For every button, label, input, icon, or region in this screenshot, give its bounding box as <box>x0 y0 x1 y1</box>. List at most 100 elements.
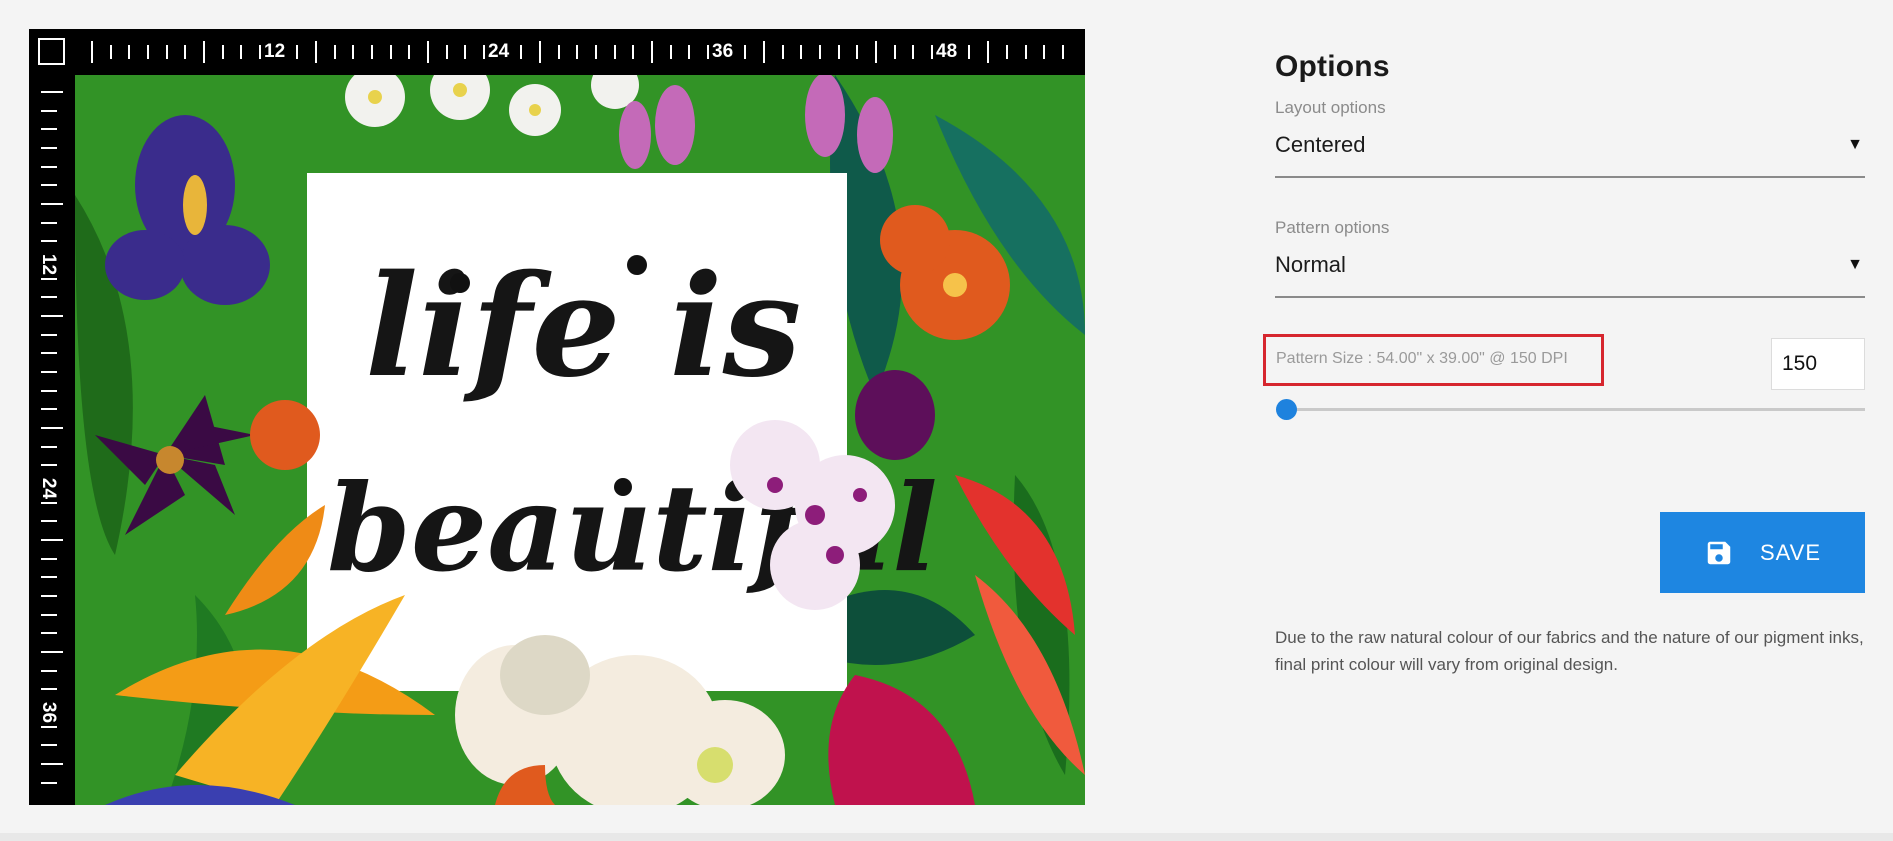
ruler-tick <box>837 45 840 59</box>
ruler-tick <box>41 781 57 784</box>
ruler-tick <box>41 520 57 523</box>
ruler-tick <box>371 45 374 59</box>
ruler-tick <box>41 464 57 467</box>
ruler-tick <box>893 45 896 59</box>
layout-options-select[interactable]: Centered ▼ <box>1275 128 1865 178</box>
ruler-tick <box>41 408 57 411</box>
pattern-size-slider[interactable] <box>1275 394 1865 424</box>
slider-thumb[interactable] <box>1276 399 1297 420</box>
pattern-size-row: Pattern Size : 54.00" x 39.00" @ 150 DPI <box>1263 334 1865 398</box>
left-ruler-label: 36 <box>38 699 60 726</box>
pattern-size-text: Pattern Size : 54.00" x 39.00" @ 150 DPI <box>1263 334 1604 386</box>
left-ruler-label: 12 <box>38 251 60 278</box>
ruler-tick <box>41 501 57 504</box>
ruler-tick <box>147 45 149 59</box>
ruler-tick <box>221 45 224 59</box>
ruler-tick <box>41 165 57 168</box>
ruler-tick <box>165 45 168 59</box>
ruler-tick <box>1005 45 1008 59</box>
ruler-tick <box>240 45 243 59</box>
ruler-tick <box>557 45 560 59</box>
ruler-tick <box>520 45 523 59</box>
ruler-tick <box>987 41 990 63</box>
ruler-tick <box>613 45 616 59</box>
ruler-tick <box>41 651 63 654</box>
colour-disclaimer: Due to the raw natural colour of our fab… <box>1275 628 1864 674</box>
ruler-tick <box>1061 45 1064 59</box>
ruler-tick <box>539 41 542 63</box>
ruler-tick <box>41 128 57 131</box>
ruler-tick <box>595 45 598 59</box>
ruler-tick <box>41 445 57 448</box>
ruler-tick <box>109 45 112 59</box>
ruler-tick <box>41 557 57 560</box>
ruler-tick <box>389 45 392 59</box>
ruler-tick <box>128 45 131 59</box>
ruler-tick <box>184 45 187 59</box>
save-button-label: SAVE <box>1759 539 1822 565</box>
ruler-tick <box>875 41 878 63</box>
ruler-tick <box>427 41 430 63</box>
ruler-tick <box>41 669 57 672</box>
ruler-tick <box>41 688 57 691</box>
ruler-tick <box>576 45 579 59</box>
top-ruler-label: 36 <box>710 41 736 62</box>
ruler-tick <box>41 389 57 392</box>
ruler-tick <box>41 147 57 149</box>
ruler-tick <box>464 45 467 59</box>
top-ruler-label: 12 <box>262 41 288 62</box>
ruler-tick <box>819 45 822 59</box>
ruler-tick <box>669 45 672 59</box>
pattern-artwork: life is beautiful <box>75 75 1085 805</box>
ruler-tick <box>483 45 486 59</box>
layout-options-label: Layout options <box>1275 98 1386 117</box>
top-ruler-label: 48 <box>934 41 960 62</box>
square-icon <box>38 38 65 65</box>
ruler-tick <box>41 277 57 280</box>
ruler-tick <box>912 45 915 59</box>
ruler-corner[interactable] <box>29 29 75 75</box>
pattern-options-select[interactable]: Normal ▼ <box>1275 248 1865 298</box>
ruler-tick <box>707 45 710 59</box>
ruler-tick <box>333 45 336 59</box>
ruler-tick <box>41 240 57 243</box>
quote-line-1: life is <box>365 245 801 409</box>
options-title: Options <box>1275 50 1390 83</box>
floppy-disk-icon <box>1707 541 1731 564</box>
options-panel: Options Layout options Centered ▼ Patter… <box>1263 50 1865 674</box>
ruler-tick <box>41 576 57 579</box>
triangle-down-icon: ▼ <box>1847 256 1863 273</box>
page-bottom-edge <box>0 833 1893 841</box>
ruler-tick <box>41 221 57 224</box>
ruler-tick <box>968 45 971 59</box>
ruler-tick <box>744 45 747 59</box>
ruler-tick <box>41 109 57 112</box>
ruler-tick <box>41 744 57 747</box>
ruler-tick <box>41 352 57 355</box>
ruler-tick <box>41 725 57 728</box>
ruler-tick <box>41 296 57 299</box>
ruler-tick <box>41 184 57 187</box>
dpi-input[interactable] <box>1771 338 1865 390</box>
ruler-tick <box>651 41 654 63</box>
ruler-tick <box>41 371 57 374</box>
ruler-tick <box>763 41 766 63</box>
layout-options-value: Centered <box>1275 132 1366 157</box>
ruler-tick <box>856 45 859 59</box>
top-ruler: 12 24 36 48 <box>75 29 1085 75</box>
ruler-tick <box>41 539 63 542</box>
pattern-options-field: Pattern options Normal ▼ <box>1275 218 1865 298</box>
floral-pattern-image: life is beautiful <box>75 75 1085 805</box>
left-ruler: 12 24 36 <box>29 75 75 805</box>
triangle-down-icon: ▼ <box>1847 136 1863 153</box>
slider-track[interactable] <box>1285 408 1865 411</box>
ruler-tick <box>632 45 635 59</box>
pattern-preview: 12 24 36 48 12 24 36 life is beautiful <box>29 29 1085 805</box>
ruler-tick <box>41 763 63 766</box>
save-button[interactable]: SAVE <box>1660 512 1865 593</box>
pattern-options-value: Normal <box>1275 252 1346 277</box>
ruler-tick <box>203 41 206 63</box>
ruler-tick <box>41 333 57 336</box>
ruler-tick <box>315 41 318 63</box>
ruler-tick <box>688 45 691 59</box>
